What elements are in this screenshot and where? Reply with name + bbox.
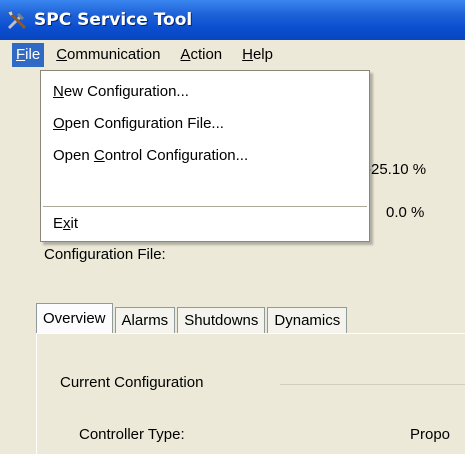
menu-communication[interactable]: Communication — [48, 43, 168, 67]
menu-item-open-control-configuration[interactable]: Open Control Configuration... — [53, 147, 248, 164]
controller-type-label: Controller Type: — [79, 426, 185, 443]
title-bar: SPC Service Tool — [0, 0, 465, 40]
status-value-2: 0.0 % — [386, 204, 425, 221]
menu-item-exit[interactable]: Exit — [53, 215, 78, 232]
tools-icon — [7, 10, 27, 30]
current-configuration-label: Current Configuration — [60, 374, 204, 391]
menu-separator — [43, 206, 367, 207]
tab-strip: Overview Alarms Shutdowns Dynamics — [36, 303, 349, 333]
file-menu-dropdown: New Configuration... Open Configuration … — [40, 70, 370, 242]
menu-action[interactable]: Action — [172, 43, 230, 67]
groupbox-divider — [280, 384, 465, 385]
window-title: SPC Service Tool — [34, 10, 193, 30]
menu-file[interactable]: File — [12, 43, 45, 67]
menu-item-open-configuration-file[interactable]: Open Configuration File... — [53, 115, 224, 132]
tab-overview[interactable]: Overview — [36, 303, 113, 333]
status-value-1: -25.10 % — [366, 161, 427, 178]
menu-item-new-configuration[interactable]: New Configuration... — [53, 83, 189, 100]
tab-alarms[interactable]: Alarms — [114, 307, 176, 333]
tab-dynamics[interactable]: Dynamics — [267, 307, 348, 333]
config-file-label: Configuration File: — [44, 246, 166, 263]
controller-type-value: Propo — [410, 426, 451, 443]
menu-help[interactable]: Help — [234, 43, 281, 67]
tab-shutdowns[interactable]: Shutdowns — [177, 307, 266, 333]
menu-bar: File Communication Action Help — [0, 40, 465, 70]
